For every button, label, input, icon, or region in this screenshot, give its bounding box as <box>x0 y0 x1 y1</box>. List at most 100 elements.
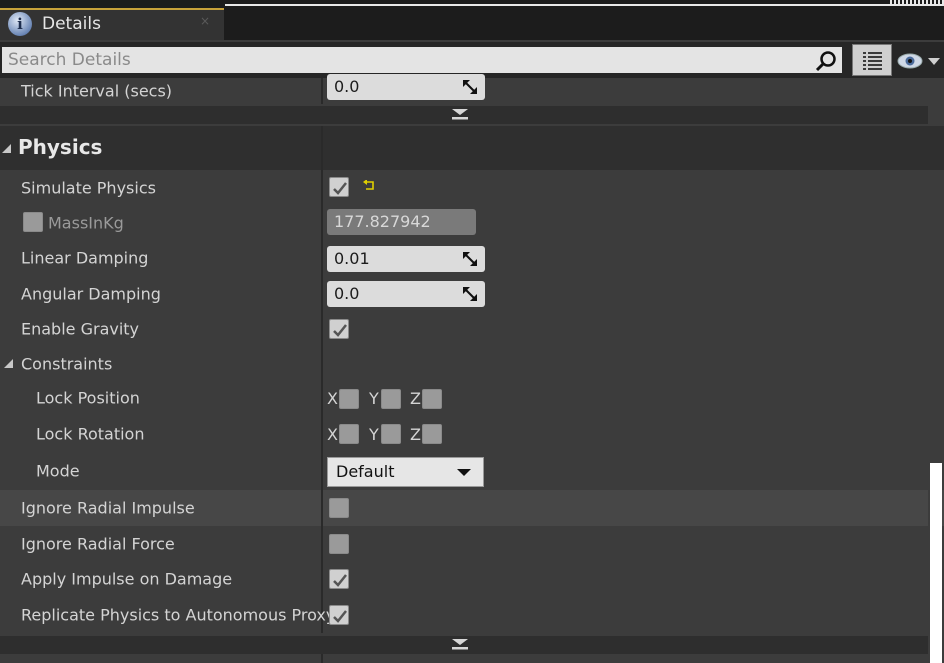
replicate-physics-label: Replicate Physics to Autonomous Proxy <box>21 605 336 625</box>
angular-damping-value: 0.0 <box>334 284 360 303</box>
title-bar-grip <box>890 0 944 4</box>
lock-position-x-checkbox[interactable] <box>339 389 359 409</box>
mass-label: MassInKg <box>48 213 124 232</box>
tab-details[interactable]: i Details × <box>0 8 224 40</box>
mode-dropdown[interactable]: Default <box>327 457 484 487</box>
enable-gravity-label: Enable Gravity <box>21 319 140 339</box>
column-divider <box>321 452 323 490</box>
tab-title: Details <box>42 14 101 34</box>
apply-impulse-label: Apply Impulse on Damage <box>21 569 233 589</box>
property-row-enable-gravity: Enable Gravity <box>0 311 944 347</box>
axis-x-label: X <box>327 425 338 444</box>
axis-y-label: Y <box>369 389 379 408</box>
property-row-ignore-radial-force: Ignore Radial Force <box>0 526 944 561</box>
column-divider <box>321 416 323 452</box>
title-bar-line <box>225 4 944 6</box>
angular-damping-field[interactable]: 0.0 <box>327 281 485 307</box>
mass-value: 177.827942 <box>334 212 431 231</box>
tick-interval-value: 0.0 <box>334 77 360 96</box>
spin-arrows-icon[interactable] <box>463 252 477 266</box>
mass-field: 177.827942 <box>327 209 476 235</box>
property-row-partial <box>0 654 944 663</box>
column-divider <box>321 311 323 347</box>
checkmark-icon <box>333 182 347 195</box>
advanced-expander[interactable] <box>0 636 928 654</box>
column-divider <box>321 347 323 380</box>
lock-position-label: Lock Position <box>36 388 140 408</box>
physics-section-header[interactable]: Physics <box>0 126 944 170</box>
property-row-tick-interval: Tick Interval (secs) 0.0 <box>0 74 944 104</box>
lock-position-z-checkbox[interactable] <box>422 389 442 409</box>
axis-x-label: X <box>327 389 338 408</box>
lock-rotation-label: Lock Rotation <box>36 424 145 444</box>
property-row-mass: MassInKg 177.827942 <box>0 205 944 240</box>
tick-interval-field[interactable]: 0.0 <box>327 74 485 100</box>
mode-selected-value: Default <box>336 462 395 481</box>
enable-gravity-checkbox[interactable] <box>329 319 349 339</box>
column-divider <box>321 490 323 526</box>
axis-z-label: Z <box>410 389 421 408</box>
chevron-down-icon <box>457 469 471 476</box>
view-options-button[interactable] <box>852 44 892 76</box>
linear-damping-field[interactable]: 0.01 <box>327 246 485 272</box>
lock-position-y-checkbox[interactable] <box>381 389 401 409</box>
column-divider <box>321 380 323 416</box>
simulate-physics-label: Simulate Physics <box>21 178 156 197</box>
column-divider <box>321 240 323 276</box>
ignore-radial-force-checkbox[interactable] <box>329 534 349 554</box>
property-row-replicate-physics: Replicate Physics to Autonomous Proxy <box>0 597 944 633</box>
column-divider <box>321 170 323 205</box>
scrollbar-thumb[interactable] <box>928 463 942 663</box>
property-row-ignore-radial-impulse: Ignore Radial Impulse <box>0 490 944 526</box>
simulate-physics-checkbox[interactable] <box>329 177 349 197</box>
info-icon: i <box>8 12 32 36</box>
column-divider <box>321 276 323 311</box>
reset-to-default-icon[interactable] <box>362 180 376 192</box>
expand-advanced-icon <box>452 109 468 120</box>
linear-damping-label: Linear Damping <box>21 248 149 268</box>
column-divider <box>321 654 323 663</box>
checkmark-icon <box>333 324 347 337</box>
lock-rotation-z-checkbox[interactable] <box>422 424 442 444</box>
linear-damping-value: 0.01 <box>334 249 370 268</box>
axis-y-label: Y <box>369 425 379 444</box>
expand-advanced-icon <box>452 639 468 650</box>
property-row-lock-position: Lock Position X Y Z <box>0 380 944 416</box>
mode-label: Mode <box>36 461 80 481</box>
spin-arrows-icon[interactable] <box>463 287 477 301</box>
column-divider <box>321 205 323 240</box>
property-row-simulate-physics: Simulate Physics <box>0 170 944 205</box>
checkmark-icon <box>333 574 347 587</box>
collapse-arrow-icon[interactable] <box>4 359 13 368</box>
property-row-angular-damping: Angular Damping 0.0 <box>0 276 944 311</box>
property-row-apply-impulse-on-damage: Apply Impulse on Damage <box>0 561 944 597</box>
replicate-physics-checkbox[interactable] <box>329 605 349 625</box>
column-divider <box>321 78 323 104</box>
tick-interval-label: Tick Interval (secs) <box>21 81 173 101</box>
list-view-icon <box>863 52 882 70</box>
lock-rotation-y-checkbox[interactable] <box>381 424 401 444</box>
property-row-constraints[interactable]: Constraints <box>0 347 944 380</box>
spin-arrows-icon[interactable] <box>463 80 477 94</box>
apply-impulse-checkbox[interactable] <box>329 569 349 589</box>
ignore-radial-force-label: Ignore Radial Force <box>21 534 175 553</box>
ignore-radial-impulse-label: Ignore Radial Impulse <box>21 498 195 518</box>
property-row-lock-rotation: Lock Rotation X Y Z <box>0 416 944 452</box>
search-icon[interactable] <box>814 50 838 74</box>
column-divider <box>321 561 323 597</box>
column-divider <box>321 526 323 561</box>
ignore-radial-impulse-checkbox[interactable] <box>329 498 349 518</box>
search-bar <box>0 42 944 78</box>
property-row-linear-damping: Linear Damping 0.01 <box>0 240 944 276</box>
checkmark-icon <box>333 610 347 623</box>
collapse-arrow-icon[interactable] <box>2 144 11 153</box>
section-title: Physics <box>18 135 103 159</box>
advanced-expander[interactable] <box>0 106 928 124</box>
visibility-eye-icon[interactable] <box>896 48 942 74</box>
lock-rotation-x-checkbox[interactable] <box>339 424 359 444</box>
mass-override-checkbox[interactable] <box>23 212 43 232</box>
axis-z-label: Z <box>410 425 421 444</box>
angular-damping-label: Angular Damping <box>21 284 161 303</box>
tab-close-icon[interactable]: × <box>200 14 210 28</box>
search-input[interactable] <box>2 47 842 73</box>
